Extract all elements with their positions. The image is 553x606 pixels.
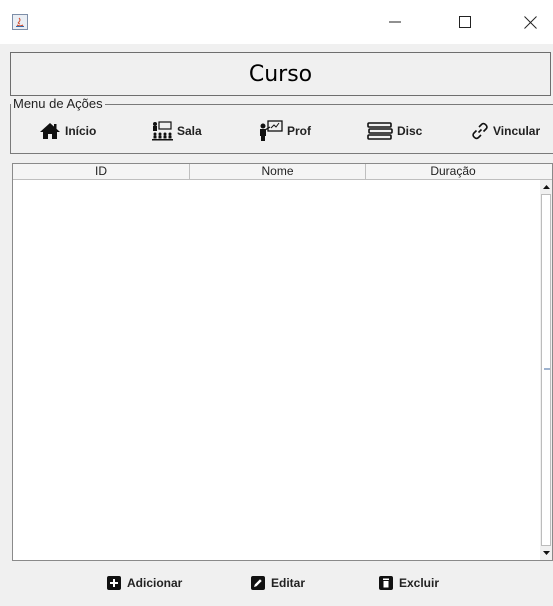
scroll-down-button[interactable] xyxy=(540,546,552,560)
home-icon xyxy=(40,123,60,139)
menu-item-label: Vincular xyxy=(493,124,541,138)
actions-menu: Menu de Ações Início Sala Prof Disc Vinc… xyxy=(10,96,553,154)
header-panel: Curso xyxy=(10,52,551,96)
menu-legend: Menu de Ações xyxy=(11,96,105,111)
column-header-duracao[interactable]: Duração xyxy=(366,164,540,179)
add-button-label: Adicionar xyxy=(127,576,183,590)
content-area: Curso Menu de Ações Início Sala Prof Dis… xyxy=(0,44,553,606)
close-button[interactable] xyxy=(507,0,553,44)
column-header-nome[interactable]: Nome xyxy=(190,164,366,179)
java-icon xyxy=(12,14,28,30)
menu-item-inicio[interactable]: Início xyxy=(39,117,96,145)
menu-item-prof[interactable]: Prof xyxy=(259,117,311,145)
menu-item-disc[interactable]: Disc xyxy=(367,117,422,145)
trash-icon xyxy=(379,576,393,590)
menu-item-vincular[interactable]: Vincular xyxy=(471,117,540,145)
arrow-up-icon xyxy=(542,185,550,189)
close-icon xyxy=(523,15,537,29)
vertical-scrollbar[interactable] xyxy=(540,180,552,560)
minimize-icon xyxy=(389,21,401,23)
menu-item-label: Prof xyxy=(287,124,311,138)
edit-button-label: Editar xyxy=(271,576,306,590)
menu-item-label: Início xyxy=(65,124,97,138)
add-button[interactable]: Adicionar xyxy=(107,572,182,594)
plus-icon xyxy=(107,576,121,590)
menu-item-sala[interactable]: Sala xyxy=(151,117,202,145)
maximize-button[interactable] xyxy=(442,0,488,44)
arrow-down-icon xyxy=(542,551,550,555)
scroll-up-button[interactable] xyxy=(540,180,552,194)
column-header-id[interactable]: ID xyxy=(13,164,190,179)
delete-button-label: Excluir xyxy=(399,576,440,590)
edit-button[interactable]: Editar xyxy=(251,572,305,594)
window-titlebar xyxy=(0,0,553,44)
teacher-icon xyxy=(260,120,283,141)
maximize-icon xyxy=(459,16,471,28)
page-title: Curso xyxy=(248,61,313,87)
minimize-button[interactable] xyxy=(372,0,418,44)
delete-button[interactable]: Excluir xyxy=(379,572,439,594)
scrollbar-grip xyxy=(544,368,550,370)
classroom-icon xyxy=(152,121,173,141)
edit-icon xyxy=(251,576,265,590)
books-icon xyxy=(367,122,393,140)
course-table[interactable]: ID Nome Duração xyxy=(12,163,553,561)
menu-item-label: Disc xyxy=(397,124,423,138)
link-icon xyxy=(472,122,488,140)
menu-item-label: Sala xyxy=(177,124,202,138)
table-header: ID Nome Duração xyxy=(13,164,540,180)
scrollbar-thumb[interactable] xyxy=(541,194,551,546)
table-corner xyxy=(540,164,552,180)
